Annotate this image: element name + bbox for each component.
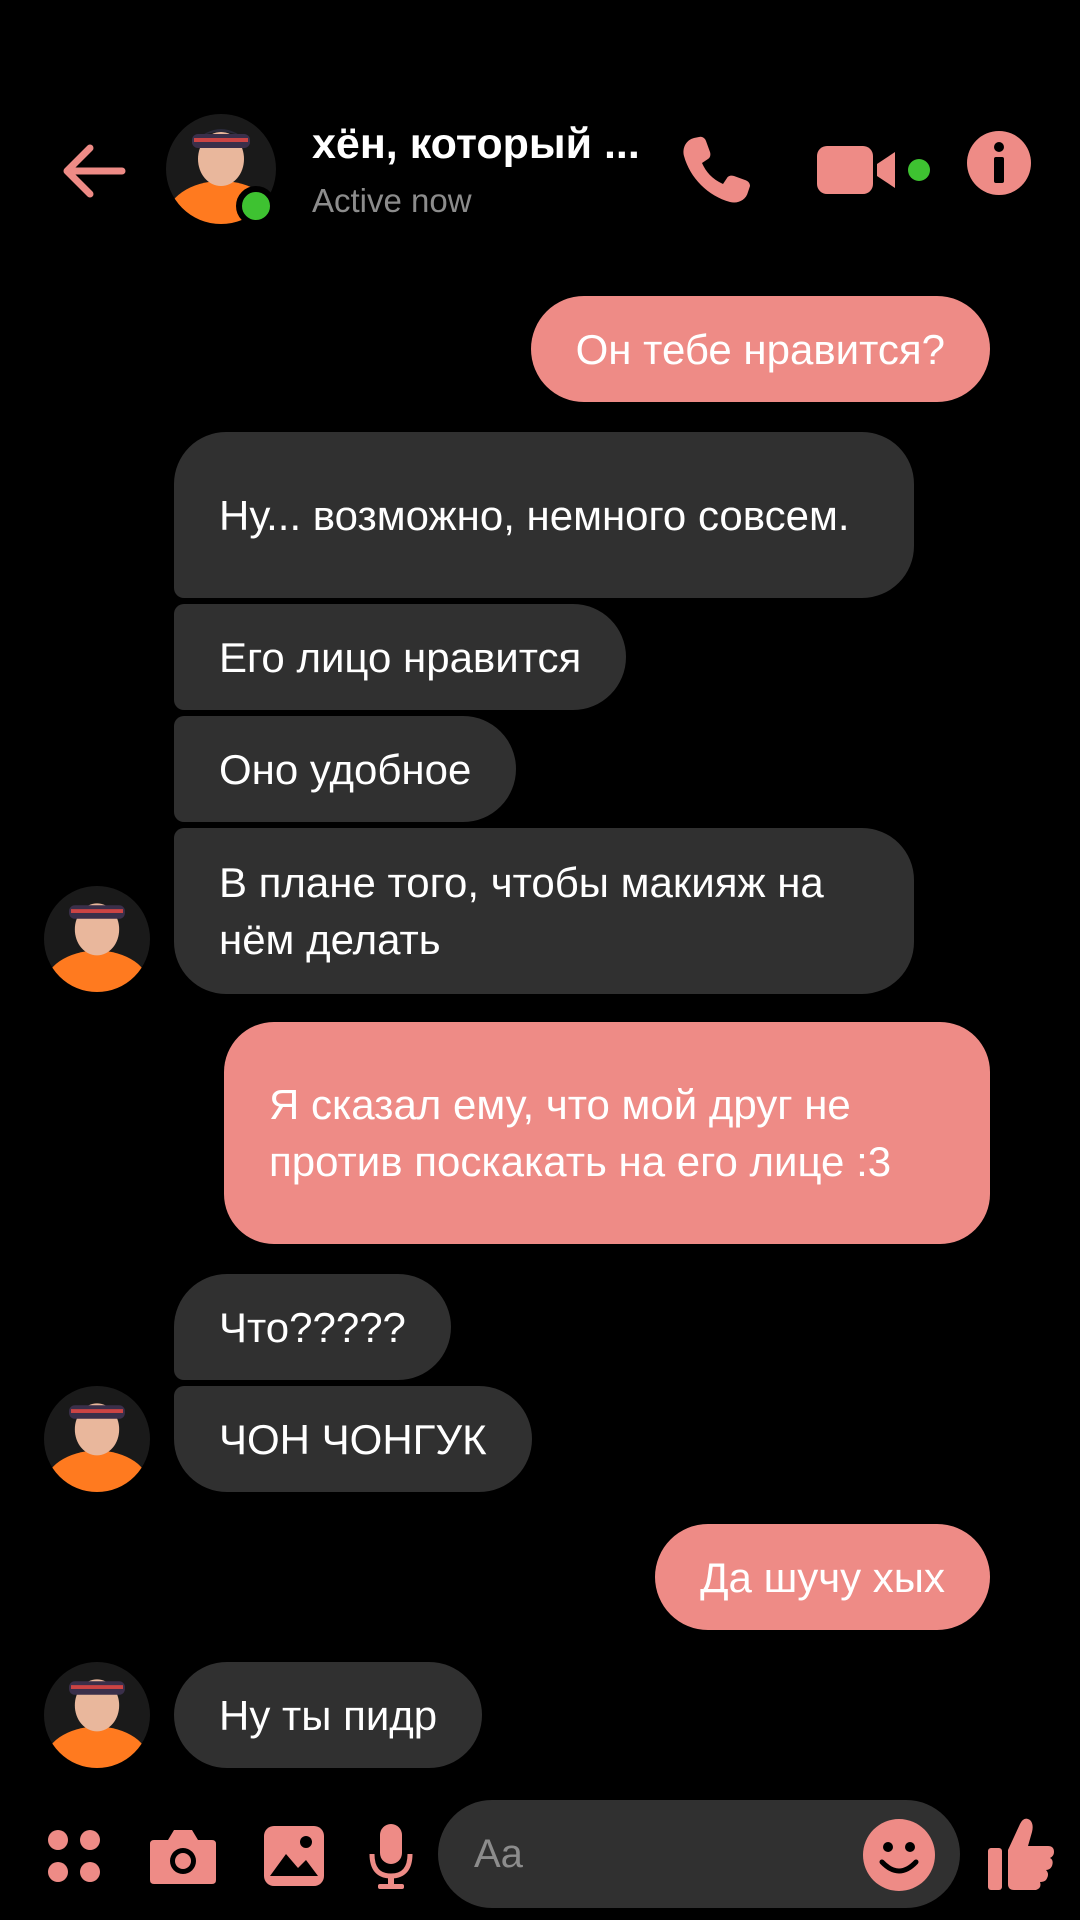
sender-avatar[interactable] [44, 1662, 150, 1768]
contact-avatar[interactable] [166, 114, 276, 226]
arrow-left-icon[interactable] [58, 136, 128, 206]
message-text: Да шучу хых [700, 1553, 945, 1601]
message-text: Ну... возможно, немного совсем. [219, 491, 850, 539]
message-text: Ну ты пидр [219, 1691, 438, 1739]
message-bubble-incoming[interactable]: Ну... возможно, немного совсем. [174, 432, 914, 598]
message-text: Его лицо нравится [219, 633, 582, 681]
message-text: Оно удобное [219, 745, 472, 793]
message-bubble-incoming[interactable]: Ну ты пидр [174, 1662, 483, 1768]
conversation-header: хён, который ... Active now [0, 90, 1080, 250]
message-composer [438, 1800, 960, 1908]
message-text: ЧОН ЧОНГУК [219, 1415, 487, 1463]
message-text: Что????? [219, 1303, 406, 1351]
message-text: В плане того, чтобы макияж на нём делать [219, 859, 824, 963]
composer-bar [0, 1800, 1080, 1910]
info-icon[interactable] [966, 130, 1032, 196]
camera-icon[interactable] [148, 1826, 218, 1886]
apps-icon[interactable] [46, 1828, 102, 1884]
sender-avatar[interactable] [44, 1386, 150, 1492]
active-status: Active now [312, 182, 472, 219]
message-bubble-incoming[interactable]: В плане того, чтобы макияж на нём делать [174, 828, 914, 994]
microphone-icon[interactable] [366, 1822, 416, 1892]
sender-avatar[interactable] [44, 886, 150, 992]
online-indicator [236, 186, 276, 226]
image-icon[interactable] [262, 1824, 326, 1888]
message-input[interactable] [474, 1820, 854, 1888]
phone-icon[interactable] [676, 130, 756, 210]
contact-name[interactable]: хён, который ... [312, 120, 662, 169]
video-camera-icon[interactable] [815, 140, 935, 200]
message-text: Я сказал ему, что мой друг не против пос… [269, 1081, 892, 1185]
message-bubble-outgoing[interactable]: Да шучу хых [655, 1524, 990, 1630]
thumbs-up-icon[interactable] [986, 1814, 1056, 1894]
message-bubble-incoming[interactable]: Его лицо нравится [174, 604, 627, 710]
message-bubble-incoming[interactable]: ЧОН ЧОНГУК [174, 1386, 532, 1492]
message-bubble-incoming[interactable]: Что????? [174, 1274, 451, 1380]
message-bubble-outgoing[interactable]: Он тебе нравится? [530, 296, 990, 402]
emoji-icon[interactable] [862, 1818, 936, 1892]
message-text: Он тебе нравится? [575, 325, 945, 373]
message-bubble-outgoing[interactable]: Я сказал ему, что мой друг не против пос… [224, 1022, 990, 1244]
message-bubble-incoming[interactable]: Оно удобное [174, 716, 517, 822]
